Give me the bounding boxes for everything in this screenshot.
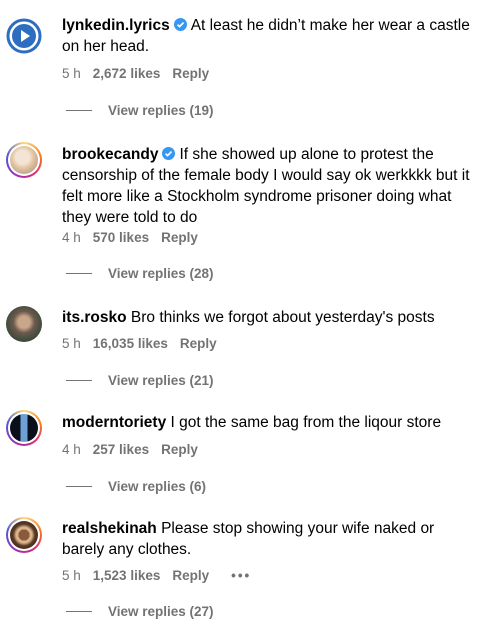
avatar[interactable] bbox=[6, 306, 42, 342]
view-replies-label: View replies (6) bbox=[108, 479, 207, 494]
likes-count[interactable]: 16,035 likes bbox=[93, 336, 168, 351]
timestamp: 5 h bbox=[62, 336, 81, 351]
reply-button[interactable]: Reply bbox=[172, 568, 209, 583]
username[interactable]: realshekinah bbox=[62, 520, 157, 537]
comment-text-block: realshekinah Please stop showing your wi… bbox=[62, 518, 480, 560]
timestamp: 4 h bbox=[62, 230, 81, 245]
timestamp: 5 h bbox=[62, 66, 81, 81]
view-replies-button[interactable]: View replies (19) bbox=[66, 103, 214, 118]
view-replies-label: View replies (27) bbox=[108, 604, 214, 619]
likes-count[interactable]: 257 likes bbox=[93, 442, 149, 457]
replies-divider bbox=[66, 380, 92, 381]
avatar[interactable] bbox=[6, 142, 42, 178]
comment-text-block: moderntoriety I got the same bag from th… bbox=[62, 412, 480, 433]
comment-text-block: its.rosko Bro thinks we forgot about yes… bbox=[62, 307, 480, 328]
reply-button[interactable]: Reply bbox=[161, 442, 198, 457]
timestamp: 5 h bbox=[62, 568, 81, 583]
comment-text-block: brookecandy If she showed up alone to pro… bbox=[62, 144, 480, 228]
profile-photo bbox=[10, 146, 38, 174]
view-replies-label: View replies (21) bbox=[108, 373, 214, 388]
username[interactable]: brookecandy bbox=[62, 146, 158, 163]
profile-photo bbox=[10, 414, 38, 442]
avatar[interactable] bbox=[6, 18, 42, 54]
likes-count[interactable]: 1,523 likes bbox=[93, 568, 161, 583]
more-options-icon[interactable]: ••• bbox=[231, 568, 251, 583]
comment-meta: 4 h 257 likes Reply bbox=[62, 442, 198, 457]
comment-meta: 5 h 2,672 likes Reply bbox=[62, 66, 209, 81]
play-button-icon bbox=[6, 18, 42, 54]
reply-button[interactable]: Reply bbox=[172, 66, 209, 81]
comment-meta: 5 h 1,523 likes Reply ••• bbox=[62, 568, 251, 583]
replies-divider bbox=[66, 273, 92, 274]
view-replies-button[interactable]: View replies (28) bbox=[66, 266, 214, 281]
replies-divider bbox=[66, 486, 92, 487]
view-replies-button[interactable]: View replies (27) bbox=[66, 604, 214, 619]
timestamp: 4 h bbox=[62, 442, 81, 457]
view-replies-label: View replies (28) bbox=[108, 266, 214, 281]
username[interactable]: its.rosko bbox=[62, 309, 127, 326]
avatar[interactable] bbox=[6, 410, 42, 446]
view-replies-button[interactable]: View replies (21) bbox=[66, 373, 214, 388]
username[interactable]: moderntoriety bbox=[62, 414, 166, 431]
view-replies-button[interactable]: View replies (6) bbox=[66, 479, 206, 494]
replies-divider bbox=[66, 110, 92, 111]
comment-body: I got the same bag from the liqour store bbox=[170, 414, 442, 431]
comment-meta: 4 h 570 likes Reply bbox=[62, 230, 198, 245]
replies-divider bbox=[66, 611, 92, 612]
profile-photo bbox=[10, 521, 38, 549]
likes-count[interactable]: 2,672 likes bbox=[93, 66, 161, 81]
verified-badge-icon bbox=[162, 147, 176, 160]
likes-count[interactable]: 570 likes bbox=[93, 230, 149, 245]
username[interactable]: lynkedin.lyrics bbox=[62, 17, 170, 34]
reply-button[interactable]: Reply bbox=[161, 230, 198, 245]
comment-text-block: lynkedin.lyrics At least he didn’t make h… bbox=[62, 15, 480, 57]
avatar[interactable] bbox=[6, 517, 42, 553]
comment-body: Bro thinks we forgot about yesterday's p… bbox=[130, 309, 435, 326]
verified-badge-icon bbox=[173, 18, 187, 31]
view-replies-label: View replies (19) bbox=[108, 103, 214, 118]
comment-meta: 5 h 16,035 likes Reply bbox=[62, 336, 217, 351]
reply-button[interactable]: Reply bbox=[180, 336, 217, 351]
profile-photo bbox=[6, 306, 42, 342]
